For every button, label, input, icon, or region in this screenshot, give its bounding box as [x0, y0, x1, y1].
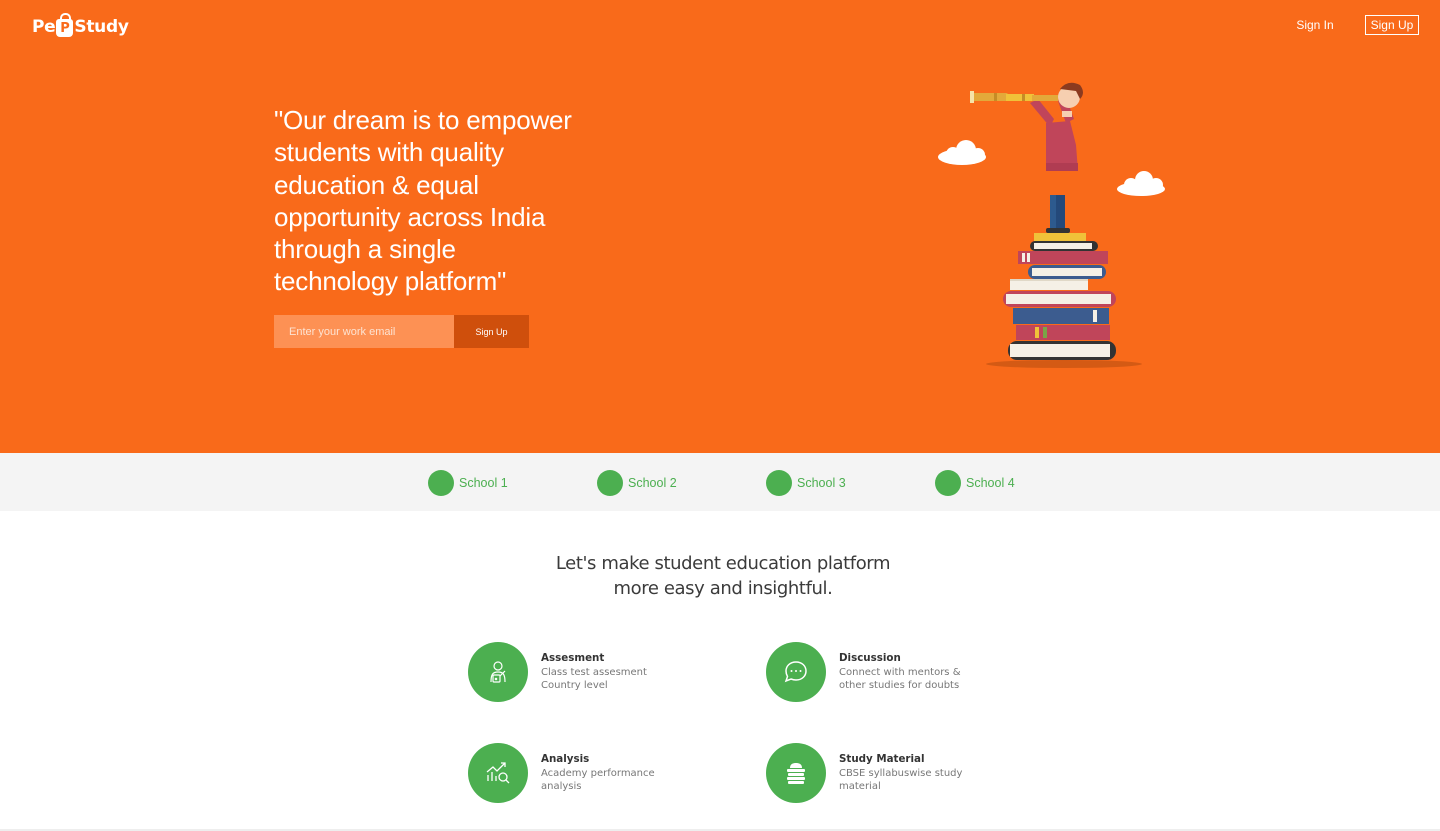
feature-text: Study Material CBSE syllabuswise study m…	[839, 753, 962, 803]
telescope	[970, 91, 1058, 103]
features-heading: Let's make student education platform mo…	[520, 551, 926, 601]
feature-title: Discussion	[839, 652, 901, 664]
logo-mark: P	[60, 20, 70, 36]
chat-bubble-icon	[766, 642, 826, 702]
school-item-4[interactable]: School 4	[935, 470, 1015, 496]
features-heading-line-1: Let's make student education platform	[555, 553, 891, 574]
email-signup-form: Sign Up	[274, 315, 529, 348]
work-email-input[interactable]	[274, 315, 454, 348]
logo-text-left: Pe	[32, 17, 56, 37]
school-dot-icon	[935, 470, 961, 496]
sign-up-nav-button[interactable]: Sign Up	[1365, 15, 1419, 35]
feature-assessment[interactable]: Assesment Class test assesment Country l…	[468, 642, 647, 702]
school-label: School 1	[459, 476, 508, 490]
school-item-3[interactable]: School 3	[766, 470, 846, 496]
school-dot-icon	[597, 470, 623, 496]
feature-discussion[interactable]: Discussion Connect with mentors & other …	[766, 642, 961, 702]
feature-desc: Class test assesment	[541, 666, 647, 678]
cloud-icon	[1117, 171, 1165, 196]
hero-quote: "Our dream is to empower students with q…	[274, 105, 572, 297]
feature-analysis[interactable]: Analysis Academy performance analysis	[468, 743, 655, 803]
feature-title: Analysis	[541, 753, 590, 765]
hero-section: Pe P Study Sign In Sign Up "Our dream is…	[0, 0, 1440, 453]
feature-desc: CBSE syllabuswise study	[839, 767, 963, 779]
feature-desc: analysis	[541, 781, 582, 792]
school-item-2[interactable]: School 2	[597, 470, 677, 496]
hero-sign-up-button[interactable]: Sign Up	[454, 315, 529, 348]
school-label: School 2	[628, 476, 677, 490]
cloud-icon	[938, 140, 986, 165]
assessment-icon	[468, 642, 528, 702]
boy-figure	[1030, 82, 1083, 233]
telescope-books-illustration	[938, 82, 1165, 368]
sign-in-link[interactable]: Sign In	[1290, 15, 1340, 35]
features-heading-line-2: more easy and insightful.	[613, 578, 833, 599]
feature-desc: other studies for doubts	[839, 680, 960, 691]
book-stack	[1003, 233, 1116, 360]
feature-title: Study Material	[839, 753, 925, 765]
feature-desc: Academy performance	[541, 767, 655, 779]
school-label: School 4	[966, 476, 1015, 490]
chart-analysis-icon	[468, 743, 528, 803]
feature-study-material[interactable]: Study Material CBSE syllabuswise study m…	[766, 743, 962, 803]
logo-bag-icon: P	[56, 13, 74, 37]
books-stack-icon	[766, 743, 826, 803]
feature-text: Analysis Academy performance analysis	[541, 753, 655, 803]
school-label: School 3	[797, 476, 846, 490]
school-dot-icon	[766, 470, 792, 496]
school-item-1[interactable]: School 1	[428, 470, 508, 496]
pepstudy-logo[interactable]: Pe P Study	[32, 12, 129, 42]
schools-bar: School 1 School 2 School 3 School 4	[0, 453, 1440, 511]
feature-desc: material	[839, 781, 881, 792]
feature-desc: Country level	[541, 680, 608, 691]
feature-text: Discussion Connect with mentors & other …	[839, 652, 961, 702]
logo-text-right: Study	[74, 17, 129, 37]
feature-text: Assesment Class test assesment Country l…	[541, 652, 647, 702]
feature-desc: Connect with mentors &	[839, 666, 961, 678]
school-dot-icon	[428, 470, 454, 496]
feature-title: Assesment	[541, 652, 605, 664]
